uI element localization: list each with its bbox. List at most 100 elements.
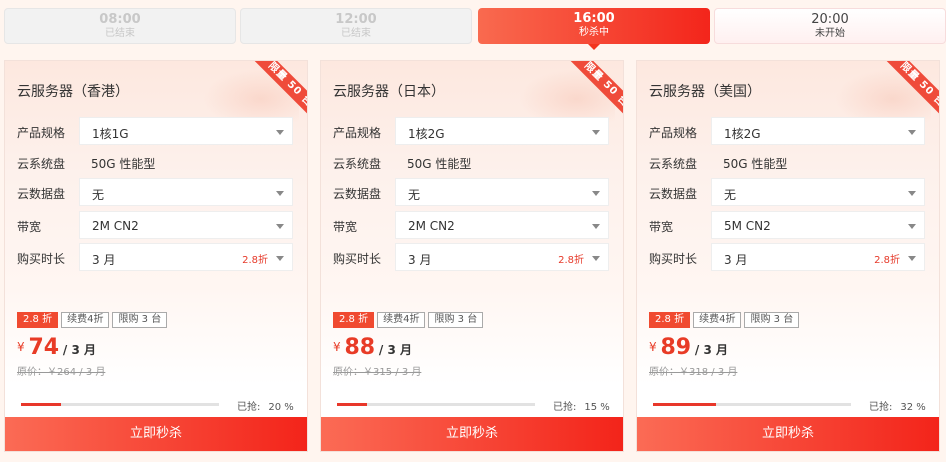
duration-label: 购买时长 xyxy=(17,252,66,266)
bandwidth-value: 5M CN2 xyxy=(724,219,771,233)
ribbon-text: 限量 50 台 xyxy=(252,61,307,119)
bandwidth-label: 带宽 xyxy=(649,220,674,234)
tab-status: 未开始 xyxy=(815,28,845,39)
duration-row: 购买时长 3 月 2.8折 xyxy=(17,243,295,271)
sale-price: ¥ 74 / 3 月 xyxy=(17,335,96,360)
duration-discount: 2.8折 xyxy=(874,255,900,266)
promo-tags: 2.8 折续费4折 限购 3 台 xyxy=(333,311,486,328)
chevron-down-icon xyxy=(276,191,284,196)
limit-tag: 限购 3 台 xyxy=(428,312,484,328)
datadisk-select[interactable]: 无 xyxy=(711,178,925,206)
chevron-down-icon xyxy=(276,130,284,135)
tab-2000[interactable]: 20:00 未开始 xyxy=(714,8,946,44)
currency-symbol: ¥ xyxy=(17,340,25,354)
spec-label: 产品规格 xyxy=(333,126,382,140)
chevron-down-icon xyxy=(908,256,916,261)
spec-select[interactable]: 1核1G xyxy=(79,117,293,145)
bandwidth-row: 带宽 2M CN2 xyxy=(333,211,611,239)
duration-discount: 2.8折 xyxy=(558,255,584,266)
price-unit: / 3 月 xyxy=(62,343,97,357)
tab-status: 秒杀中 xyxy=(579,27,609,38)
duration-label: 购买时长 xyxy=(649,252,698,266)
sold-text: 已抢: 20 % xyxy=(237,398,294,413)
renewal-tag: 续费4折 xyxy=(61,312,110,328)
discount-tag: 2.8 折 xyxy=(333,312,375,328)
limited-ribbon: 限量 50 台 xyxy=(881,61,939,119)
progress-bar xyxy=(21,403,219,406)
datadisk-select[interactable]: 无 xyxy=(395,178,609,206)
product-card-usa: 限量 50 台 云服务器（美国） 产品规格 1核2G 云系统盘 50G 性能型 … xyxy=(636,60,940,452)
sold-label: 已抢: xyxy=(237,402,261,413)
datadisk-value: 无 xyxy=(724,188,737,202)
tab-1600[interactable]: 16:00 秒杀中 xyxy=(478,8,710,50)
duration-discount: 2.8折 xyxy=(242,255,268,266)
sold-label: 已抢: xyxy=(869,402,893,413)
chevron-down-icon xyxy=(908,191,916,196)
bandwidth-select[interactable]: 2M CN2 xyxy=(395,211,609,239)
tab-time: 08:00 xyxy=(99,12,141,27)
chevron-down-icon xyxy=(592,256,600,261)
chevron-down-icon xyxy=(908,224,916,229)
spec-value: 1核1G xyxy=(92,127,129,141)
sold-text: 已抢: 32 % xyxy=(869,398,926,413)
progress-fill xyxy=(337,403,367,406)
sysdisk-value: 50G 性能型 xyxy=(91,157,156,171)
tab-status: 已结束 xyxy=(105,28,135,39)
datadisk-row: 云数据盘 无 xyxy=(333,178,611,206)
bandwidth-select[interactable]: 5M CN2 xyxy=(711,211,925,239)
time-slot-tabs: 08:00 已结束 12:00 已结束 16:00 秒杀中 20:00 未开始 xyxy=(0,0,946,50)
bandwidth-row: 带宽 5M CN2 xyxy=(649,211,927,239)
card-title: 云服务器（日本） xyxy=(333,84,445,100)
product-card-hongkong: 限量 50 台 云服务器（香港） 产品规格 1核1G 云系统盘 50G 性能型 … xyxy=(4,60,308,452)
progress-fill xyxy=(653,403,717,406)
bandwidth-select[interactable]: 2M CN2 xyxy=(79,211,293,239)
duration-label: 购买时长 xyxy=(333,252,382,266)
sold-text: 已抢: 15 % xyxy=(553,398,610,413)
datadisk-select[interactable]: 无 xyxy=(79,178,293,206)
sold-progress: 已抢: 15 % xyxy=(321,385,623,417)
datadisk-value: 无 xyxy=(408,188,421,202)
tab-time: 12:00 xyxy=(335,12,377,27)
bandwidth-value: 2M CN2 xyxy=(92,219,139,233)
buy-now-button[interactable]: 立即秒杀 xyxy=(5,417,307,451)
original-price: 原价：￥315 / 3 月 xyxy=(333,367,422,378)
chevron-down-icon xyxy=(276,256,284,261)
tab-0800[interactable]: 08:00 已结束 xyxy=(4,8,236,44)
datadisk-label: 云数据盘 xyxy=(333,187,382,201)
sysdisk-value: 50G 性能型 xyxy=(407,157,472,171)
bandwidth-value: 2M CN2 xyxy=(408,219,455,233)
progress-bar xyxy=(653,403,851,406)
chevron-down-icon xyxy=(276,224,284,229)
datadisk-row: 云数据盘 无 xyxy=(649,178,927,206)
price-value: 74 xyxy=(28,335,60,360)
price-value: 89 xyxy=(660,335,692,360)
duration-select[interactable]: 3 月 2.8折 xyxy=(711,243,925,271)
buy-now-button[interactable]: 立即秒杀 xyxy=(637,417,939,451)
ribbon-text: 限量 50 台 xyxy=(884,61,939,119)
promo-tags: 2.8 折续费4折 限购 3 台 xyxy=(649,311,802,328)
limit-tag: 限购 3 台 xyxy=(112,312,168,328)
spec-row: 产品规格 1核2G xyxy=(649,117,927,145)
sold-percent: 20 % xyxy=(268,402,294,413)
sysdisk-label: 云系统盘 xyxy=(17,157,66,171)
spec-select[interactable]: 1核2G xyxy=(711,117,925,145)
duration-row: 购买时长 3 月 2.8折 xyxy=(333,243,611,271)
sale-price: ¥ 88 / 3 月 xyxy=(333,335,412,360)
ribbon-text: 限量 50 台 xyxy=(568,61,623,119)
sysdisk-label: 云系统盘 xyxy=(333,157,382,171)
currency-symbol: ¥ xyxy=(649,340,657,354)
tab-time: 20:00 xyxy=(811,12,849,27)
duration-select[interactable]: 3 月 2.8折 xyxy=(395,243,609,271)
spec-select[interactable]: 1核2G xyxy=(395,117,609,145)
discount-tag: 2.8 折 xyxy=(17,312,59,328)
buy-now-button[interactable]: 立即秒杀 xyxy=(321,417,623,451)
sysdisk-label: 云系统盘 xyxy=(649,157,698,171)
duration-row: 购买时长 3 月 2.8折 xyxy=(649,243,927,271)
original-price: 原价：￥318 / 3 月 xyxy=(649,367,738,378)
spec-value: 1核2G xyxy=(408,127,445,141)
tab-1200[interactable]: 12:00 已结束 xyxy=(240,8,472,44)
spec-value: 1核2G xyxy=(724,127,761,141)
duration-select[interactable]: 3 月 2.8折 xyxy=(79,243,293,271)
datadisk-row: 云数据盘 无 xyxy=(17,178,295,206)
sysdisk-row: 云系统盘 50G 性能型 xyxy=(649,148,927,176)
